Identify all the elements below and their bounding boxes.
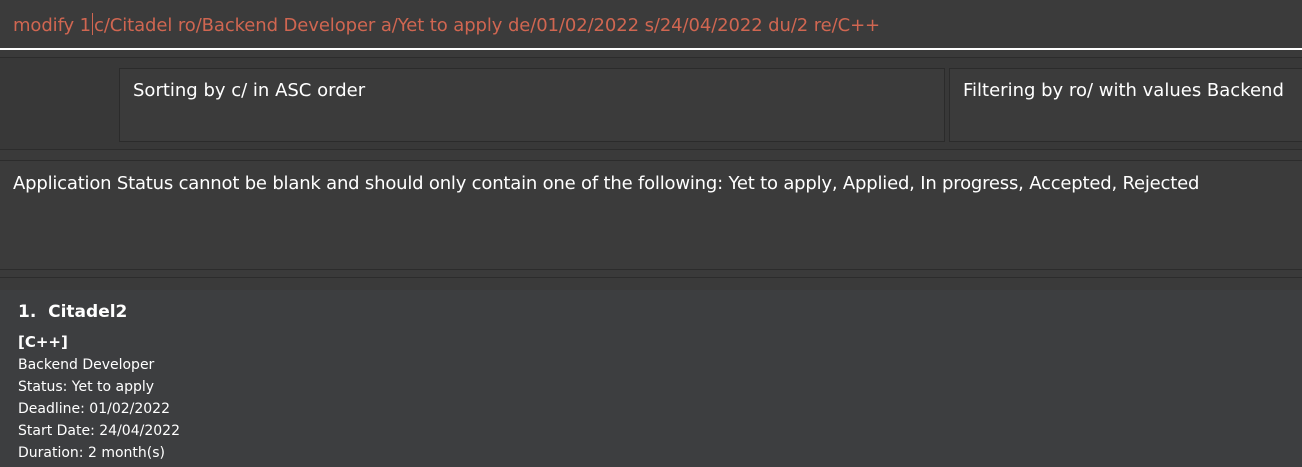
card-status: Status: Yet to apply [18,379,155,395]
sort-status-text: Sorting by c/ in ASC order [133,80,366,101]
text-caret [92,13,94,35]
command-text-after-caret: c/Citadel ro/Backend Developer a/Yet to … [94,15,881,36]
result-display: Application Status cannot be blank and s… [0,160,1302,270]
command-input[interactable]: modify 1 c/Citadel ro/Backend Developer a… [13,13,880,36]
command-box[interactable]: modify 1 c/Citadel ro/Backend Developer a… [0,0,1302,50]
status-panels-row: Sorting by c/ in ASC order Filtering by … [0,57,1302,150]
card-tag: [C++] [18,333,68,351]
result-message: Application Status cannot be blank and s… [13,173,1200,194]
card-title: 1. Citadel2 [18,302,128,322]
internship-list[interactable]: 1. Citadel2 [C++] Backend Developer Stat… [0,290,1302,467]
sort-status-panel: Sorting by c/ in ASC order [119,68,945,142]
card-role: Backend Developer [18,357,155,373]
card-deadline: Deadline: 01/02/2022 [18,401,170,417]
app-window: modify 1 c/Citadel ro/Backend Developer a… [0,0,1302,467]
command-text-before-caret: modify 1 [13,15,92,36]
card-start-date: Start Date: 24/04/2022 [18,423,180,439]
filter-status-text: Filtering by ro/ with values Backend [963,80,1284,101]
filter-status-panel: Filtering by ro/ with values Backend [949,68,1302,142]
divider [0,277,1302,278]
card-duration: Duration: 2 month(s) [18,445,165,461]
